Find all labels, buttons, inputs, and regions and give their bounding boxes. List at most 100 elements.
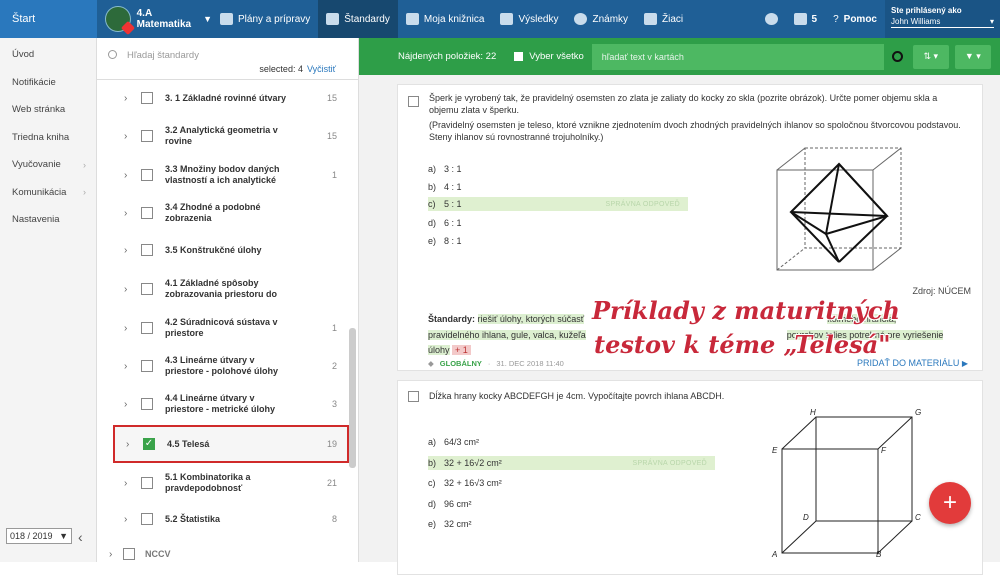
nav-plans[interactable]: Plány a prípravy — [212, 0, 318, 38]
standard-checkbox[interactable] — [141, 477, 153, 489]
option-text: 32 + 16√2 cm² — [444, 458, 502, 468]
question-card[interactable]: Šperk je vyrobený tak, že pravidelný ose… — [397, 84, 983, 371]
standard-checkbox[interactable] — [141, 360, 153, 372]
chevron-right-icon[interactable]: › — [109, 549, 112, 560]
chevron-right-icon[interactable]: › — [124, 514, 127, 525]
chevron-right-icon[interactable]: › — [124, 284, 127, 295]
standard-checkbox[interactable] — [141, 169, 153, 181]
sidebar-item-settings[interactable]: Nastavenia — [0, 206, 96, 234]
play-icon: ▶ — [961, 359, 968, 368]
sidebar-item-website[interactable]: Web stránka — [0, 96, 96, 124]
mail-button[interactable]: 5 — [786, 0, 826, 38]
standard-tag[interactable]: riešiť úlohy, ktorých súčasť — [477, 314, 585, 324]
nav-students[interactable]: Žiaci — [636, 0, 691, 38]
standard-row[interactable]: › 3.2 Analytická geometria v rovine 15 — [97, 122, 347, 150]
option-text: 4 : 1 — [444, 182, 462, 192]
card-filter-input[interactable]: hľadať text v kartách — [591, 43, 884, 70]
standard-row[interactable]: › 3. 1 Základné rovinné útvary 15 — [97, 85, 347, 111]
standard-count: 19 — [326, 439, 337, 449]
sidebar-item-notifications[interactable]: Notifikácie — [0, 69, 96, 97]
standard-row[interactable]: › 5.1 Kombinatorika a pravdepodobnosť 21 — [97, 469, 347, 497]
standard-checkbox[interactable] — [141, 513, 153, 525]
help-button[interactable]: ? Pomoc — [825, 0, 885, 38]
standard-checkbox[interactable] — [123, 548, 135, 560]
chat-icon — [764, 13, 778, 25]
sidebar-item-teaching[interactable]: Vyučovanie › — [0, 151, 96, 179]
chevron-right-icon[interactable]: › — [124, 245, 127, 256]
chevron-right-icon[interactable]: › — [124, 361, 127, 372]
sort-button[interactable]: ⇅ ▾ — [912, 44, 949, 69]
chevron-right-icon[interactable]: › — [124, 170, 127, 181]
filter-button[interactable]: ▼ ▾ — [954, 44, 991, 69]
cube-figure: H G E F D C A B — [771, 408, 921, 557]
standard-row[interactable]: › NCCV — [97, 546, 347, 562]
briefcase-icon — [220, 13, 233, 25]
standard-row-selected[interactable]: › ✓ 4.5 Telesá 19 — [113, 425, 349, 463]
nav-label: Známky — [592, 13, 629, 25]
library-icon — [405, 13, 419, 25]
answer-option: d) 96 cm² — [428, 497, 472, 511]
question-text: Dĺžka hrany kocky ABCDEFGH je 4cm. Vypoč… — [429, 391, 725, 401]
user-menu[interactable]: Ste prihlásený ako John Williams ▾ — [885, 0, 1000, 38]
nav-results[interactable]: Výsledky — [492, 0, 566, 38]
standard-row[interactable]: › 3.5 Konštrukčné úlohy — [97, 237, 347, 263]
standard-checkbox[interactable] — [141, 398, 153, 410]
chevron-right-icon[interactable]: › — [124, 208, 127, 219]
separator: · — [487, 359, 491, 368]
clear-button[interactable]: Vyčistiť — [307, 64, 336, 74]
standard-row[interactable]: › 3.4 Zhodné a podobné zobrazenia — [97, 200, 347, 226]
nav-library[interactable]: Moja knižnica — [398, 0, 493, 38]
sidebar-item-label: Triedna kniha — [12, 131, 70, 143]
answer-option: d) 6 : 1 — [428, 216, 462, 230]
sidebar-item-intro[interactable]: Úvod — [0, 41, 96, 69]
card-checkbox[interactable] — [408, 96, 419, 107]
standard-checkbox[interactable] — [141, 244, 153, 256]
standard-checkbox[interactable] — [141, 322, 153, 334]
nav-standards[interactable]: Štandardy — [318, 0, 398, 38]
standard-label: 5.2 Štatistika — [165, 513, 221, 524]
heart-icon — [120, 20, 135, 36]
more-tags-badge[interactable]: + 1 — [452, 345, 471, 355]
standard-row[interactable]: › 4.1 Základné spôsoby zobrazovania pries… — [97, 275, 347, 303]
card-checkbox[interactable] — [408, 391, 419, 402]
standard-checkbox[interactable] — [141, 130, 153, 142]
search-icon[interactable] — [891, 51, 903, 62]
standard-row[interactable]: › 4.4 Lineárne útvary v priestore - metri… — [97, 390, 347, 418]
standard-row[interactable]: › 4.2 Súradnicová sústava v priestore 1 — [97, 314, 347, 342]
standard-row[interactable]: › 3.3 Množiny bodov daných vlastností a i… — [97, 161, 347, 189]
collapse-sidebar-icon[interactable]: ‹ — [78, 529, 83, 545]
sidebar-item-label: Web stránka — [12, 104, 66, 116]
standard-count: 1 — [331, 323, 337, 333]
chevron-right-icon[interactable]: › — [124, 399, 127, 410]
scrollbar[interactable] — [349, 328, 356, 468]
sidebar-item-classbook[interactable]: Triedna kniha — [0, 124, 96, 152]
standard-row[interactable]: › 4.3 Lineárne útvary v priestore - poloh… — [97, 352, 347, 380]
standard-row[interactable]: › 5.2 Štatistika 8 — [97, 508, 347, 530]
sidebar-item-label: Úvod — [12, 49, 35, 61]
chevron-right-icon[interactable]: › — [124, 93, 127, 104]
standard-checkbox[interactable] — [141, 207, 153, 219]
answer-option: c) 32 + 16√3 cm² — [428, 476, 502, 490]
standard-checkbox-checked[interactable]: ✓ — [143, 438, 155, 450]
chevron-right-icon[interactable]: › — [126, 439, 129, 450]
add-label: PRIDAŤ DO MATERIÁLU — [856, 358, 960, 368]
start-button[interactable]: Štart — [0, 0, 97, 38]
add-to-material-button[interactable]: PRIDAŤ DO MATERIÁLU ▶ — [857, 358, 968, 368]
year-select[interactable]: 018 / 2019 ▼ — [6, 528, 72, 544]
class-selector[interactable]: 4.A Matematika ▼ — [97, 0, 212, 38]
standard-checkbox[interactable] — [141, 92, 153, 104]
chat-button[interactable] — [757, 0, 786, 38]
standards-search[interactable]: Hľadaj štandardy selected: 4 Vyčistiť — [97, 38, 358, 80]
question-card[interactable]: Dĺžka hrany kocky ABCDEFGH je 4cm. Vypoč… — [397, 380, 983, 575]
standard-checkbox[interactable] — [141, 283, 153, 295]
search-input[interactable]: Hľadaj štandardy — [127, 50, 199, 61]
chevron-right-icon[interactable]: › — [124, 131, 127, 142]
select-all-checkbox[interactable]: Vyber všetko — [514, 51, 584, 62]
chevron-right-icon[interactable]: › — [124, 478, 127, 489]
sidebar-item-communication[interactable]: Komunikácia › — [0, 179, 96, 207]
standard-tag[interactable]: pravidelného ihlana, gule, valca, kužeľa — [428, 329, 586, 340]
chevron-right-icon[interactable]: › — [124, 323, 127, 334]
nav-grades[interactable]: Známky — [566, 0, 636, 38]
add-fab-button[interactable]: + — [929, 482, 971, 524]
standards-label: Štandardy: — [428, 314, 476, 324]
